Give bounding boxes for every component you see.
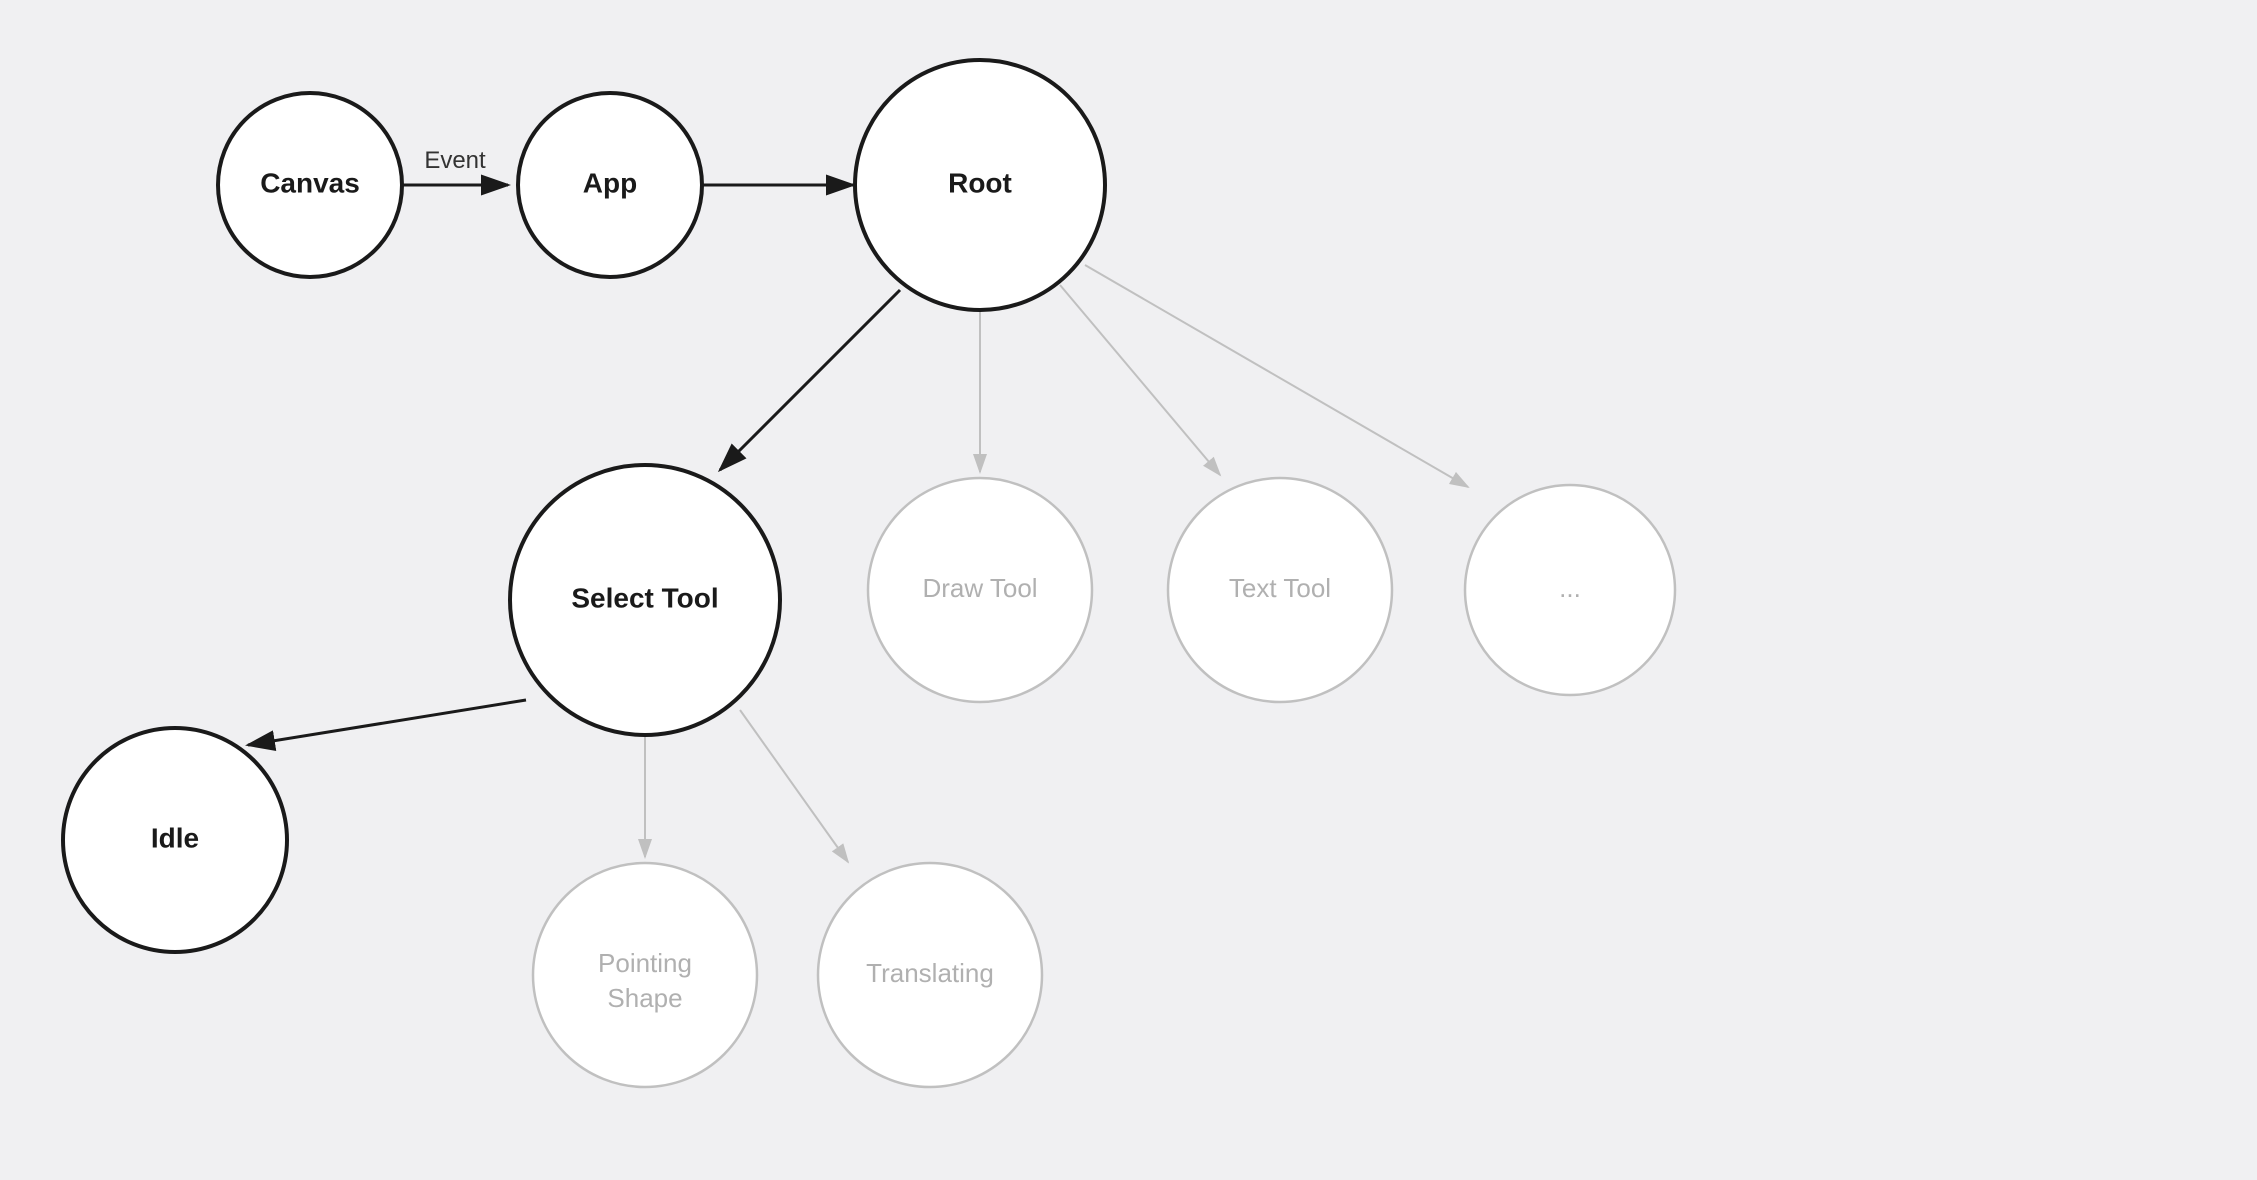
svg-text:Pointing: Pointing	[598, 948, 692, 978]
node-draw-tool: Draw Tool	[868, 478, 1092, 702]
svg-text:Idle: Idle	[151, 822, 199, 853]
edge-label-event: Event	[424, 147, 486, 174]
node-app: App	[518, 93, 702, 277]
node-root: Root	[855, 60, 1105, 310]
svg-text:Translating: Translating	[866, 958, 994, 988]
edge-root-select	[720, 290, 900, 470]
diagram: Event Canvas App Root Select Tool Idle	[0, 0, 2257, 1180]
edge-root-ellipsis	[1085, 265, 1468, 487]
node-canvas: Canvas	[218, 93, 402, 277]
edge-root-text	[1060, 285, 1220, 475]
svg-text:App: App	[583, 167, 637, 198]
svg-text:...: ...	[1559, 573, 1581, 603]
node-idle: Idle	[63, 728, 287, 952]
node-text-tool: Text Tool	[1168, 478, 1392, 702]
svg-text:Canvas: Canvas	[260, 167, 360, 198]
svg-text:Draw Tool: Draw Tool	[922, 573, 1037, 603]
svg-text:Shape: Shape	[607, 983, 682, 1013]
edge-select-idle	[248, 700, 526, 745]
node-translating: Translating	[818, 863, 1042, 1087]
node-pointing-shape: Pointing Shape	[533, 863, 757, 1087]
svg-text:Select Tool: Select Tool	[571, 582, 718, 613]
node-select-tool: Select Tool	[510, 465, 780, 735]
edge-select-translating	[740, 710, 848, 862]
svg-text:Text Tool: Text Tool	[1229, 573, 1331, 603]
node-ellipsis: ...	[1465, 485, 1675, 695]
svg-text:Root: Root	[948, 167, 1012, 198]
